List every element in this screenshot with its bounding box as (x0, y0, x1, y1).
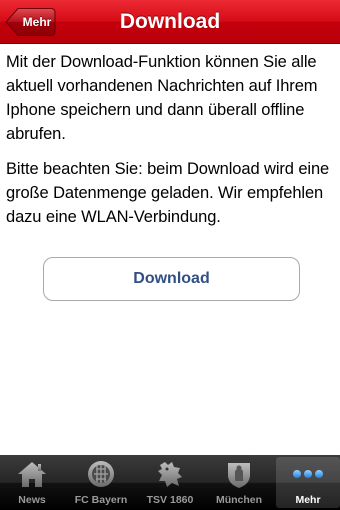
tab-tsv-1860[interactable]: TSV 1860 (138, 457, 202, 508)
fc-bayern-crest-icon (88, 461, 114, 487)
content-area: Mit der Download-Funktion können Sie all… (6, 50, 336, 240)
intro-paragraph: Mit der Download-Funktion können Sie all… (6, 53, 318, 143)
tab-fc-bayern[interactable]: FC Bayern (69, 457, 133, 508)
tab-mehr[interactable]: Mehr (276, 457, 340, 508)
download-button[interactable]: Download (43, 257, 300, 301)
more-dots-icon (293, 470, 323, 478)
tab-label: News (18, 494, 46, 506)
tab-label: Mehr (295, 494, 321, 506)
navigation-bar: Mehr Download (0, 0, 340, 44)
notice-paragraph: Bitte beachten Sie: beim Download wird e… (6, 160, 330, 226)
tab-bar: News FC Bayern TSV 1860 München Mehr (0, 455, 340, 510)
tab-label: FC Bayern (74, 494, 128, 506)
tab-news[interactable]: News (0, 457, 64, 508)
tab-muenchen[interactable]: München (207, 457, 271, 508)
tab-label: München (215, 494, 263, 506)
munich-crest-icon (228, 463, 250, 488)
house-icon (18, 462, 46, 487)
tab-label: TSV 1860 (146, 494, 194, 506)
page-title: Download (119, 10, 221, 33)
lion-crest-icon (158, 462, 182, 487)
